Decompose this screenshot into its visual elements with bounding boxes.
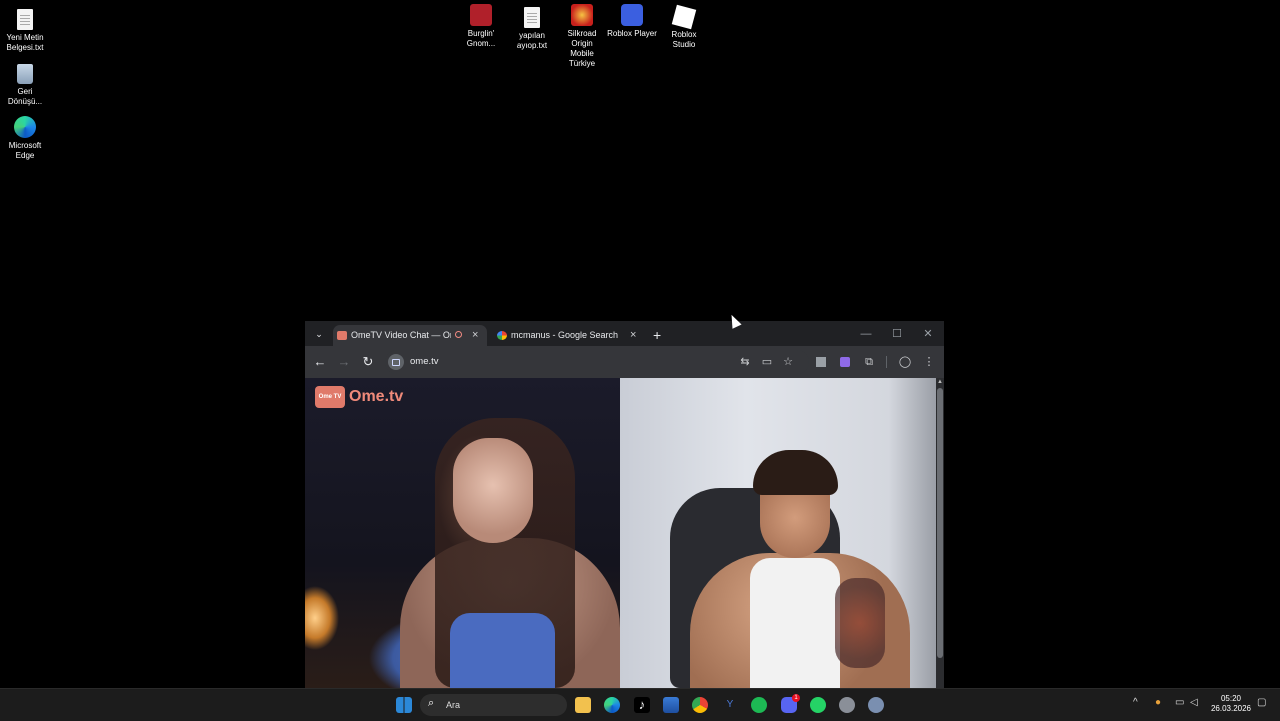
close-tab-icon[interactable]: × bbox=[472, 325, 478, 346]
desktop-icon-label: Geri Dönüşü... bbox=[7, 87, 43, 106]
chrome-icon[interactable] bbox=[692, 697, 708, 713]
burglin-gnomes-icon bbox=[470, 4, 492, 26]
silkroad-icon bbox=[571, 4, 593, 26]
video-figure bbox=[450, 613, 555, 688]
scroll-up-icon[interactable]: ▲ bbox=[936, 378, 944, 386]
video-figure bbox=[835, 578, 885, 668]
yandex-icon[interactable]: Y bbox=[722, 697, 738, 713]
whatsapp-icon[interactable] bbox=[810, 697, 826, 713]
video-figure bbox=[453, 438, 533, 543]
browser-window: ⌄ OmeTV Video Chat — Ome × mcmanus - Goo… bbox=[305, 321, 944, 688]
profile-icon[interactable]: ◯ bbox=[898, 355, 912, 369]
tab-ometv[interactable]: OmeTV Video Chat — Ome × bbox=[333, 325, 487, 346]
bookmark-star-icon[interactable]: ☆ bbox=[781, 355, 795, 369]
tab-strip: ⌄ OmeTV Video Chat — Ome × mcmanus - Goo… bbox=[305, 321, 944, 346]
desktop-icon-label: Burglin' Gnom... bbox=[466, 29, 496, 48]
minimize-button[interactable]: — bbox=[851, 325, 881, 343]
extensions-puzzle-icon[interactable]: ⧉ bbox=[862, 355, 876, 369]
site-info-icon[interactable] bbox=[388, 354, 404, 370]
search-placeholder: Ara bbox=[446, 700, 461, 710]
edge-taskbar-icon[interactable] bbox=[604, 697, 620, 713]
recording-icon bbox=[455, 331, 462, 338]
tab-title: mcmanus - Google Search bbox=[511, 330, 619, 340]
extension-icon-2[interactable] bbox=[838, 355, 852, 369]
url-text: ome.tv bbox=[410, 356, 439, 367]
desktop-icon-label: Yeni Metin Belgesi.txt bbox=[6, 33, 44, 52]
new-tab-button[interactable]: + bbox=[653, 325, 661, 346]
taskbar-search[interactable]: ⌕ Ara bbox=[420, 694, 567, 716]
desktop-icon-label: Silkroad Origin Mobile Türkiye bbox=[567, 29, 597, 68]
self-video bbox=[620, 378, 936, 688]
video-figure bbox=[750, 558, 840, 688]
ometv-logo-text: Ome.tv bbox=[349, 388, 404, 405]
steam-icon[interactable] bbox=[839, 697, 855, 713]
translate-icon[interactable]: ⇆ bbox=[738, 355, 752, 369]
ometv-page: Ome TV Ome.tv ▲ bbox=[305, 378, 944, 688]
desktop-icon-label: yapılan ayıop.txt bbox=[516, 31, 548, 50]
desktop-icon-label: Microsoft Edge bbox=[8, 141, 42, 160]
tab-title: OmeTV Video Chat — Ome bbox=[351, 330, 451, 340]
search-icon: ⌕ bbox=[428, 697, 435, 709]
desktop-icon-roblox-studio[interactable]: Roblox Studio bbox=[652, 4, 716, 50]
clock-date: 26.03.2026 bbox=[1210, 704, 1252, 713]
notifications-icon[interactable]: ▢ bbox=[1257, 697, 1266, 708]
clock-time: 05:20 bbox=[1220, 694, 1242, 703]
ometv-logo-box: Ome TV bbox=[315, 386, 345, 408]
show-hidden-icons-chevron[interactable]: ^ bbox=[1133, 697, 1138, 708]
spotify-icon[interactable] bbox=[751, 697, 767, 713]
page-scrollbar[interactable]: ▲ bbox=[936, 378, 944, 688]
tab-search-button[interactable]: ⌄ bbox=[310, 325, 328, 343]
edge-icon bbox=[14, 116, 36, 138]
forward-button[interactable]: → bbox=[335, 353, 353, 371]
tab-google-search[interactable]: mcmanus - Google Search × bbox=[493, 325, 643, 346]
video-figure bbox=[753, 450, 838, 495]
discord-icon[interactable]: 1 bbox=[781, 694, 800, 713]
store-icon[interactable] bbox=[663, 697, 679, 713]
tiktok-icon[interactable]: ♪ bbox=[634, 697, 650, 713]
desktop-icon-new-text[interactable]: Yeni Metin Belgesi.txt bbox=[0, 6, 57, 53]
desktop-icon-edge[interactable]: Microsoft Edge bbox=[0, 116, 57, 161]
ometv-favicon bbox=[337, 331, 347, 340]
taskbar: ⌕ Ara ♪ Y 1 ^ ● ▭ ◁ 05:20 26.03.2026 ▢ bbox=[0, 688, 1280, 721]
stranger-video: Ome TV Ome.tv bbox=[305, 378, 620, 688]
scrollbar-thumb[interactable] bbox=[937, 388, 943, 658]
start-button[interactable] bbox=[396, 697, 412, 713]
maximize-button[interactable]: ☐ bbox=[882, 325, 912, 343]
desktop-icon-label: Roblox Player bbox=[607, 29, 657, 38]
back-button[interactable]: ← bbox=[311, 353, 329, 371]
microphone-icon[interactable]: ● bbox=[1155, 697, 1161, 708]
menu-kebab-icon[interactable]: ⋮ bbox=[922, 355, 936, 369]
google-favicon bbox=[497, 331, 507, 340]
desktop-icon-label: Roblox Studio bbox=[671, 30, 697, 49]
reload-button[interactable]: ↻ bbox=[359, 353, 377, 371]
recycle-bin-icon bbox=[17, 64, 33, 84]
taskbar-clock[interactable]: 05:20 26.03.2026 bbox=[1206, 694, 1256, 714]
text-file-icon bbox=[524, 7, 540, 28]
settings-icon[interactable] bbox=[868, 697, 884, 713]
cast-icon[interactable]: ▭ bbox=[760, 355, 774, 369]
file-explorer-icon[interactable] bbox=[575, 697, 591, 713]
close-window-button[interactable]: ✕ bbox=[913, 325, 943, 343]
extension-icon-1[interactable] bbox=[814, 355, 828, 369]
desktop-icon-recycle-bin[interactable]: Geri Dönüşü... bbox=[0, 62, 57, 107]
network-icon[interactable]: ▭ bbox=[1175, 697, 1184, 708]
toolbar-separator bbox=[886, 356, 887, 368]
roblox-studio-icon bbox=[671, 4, 697, 30]
text-file-icon bbox=[17, 9, 33, 30]
volume-icon[interactable]: ◁ bbox=[1190, 697, 1198, 708]
notification-badge: 1 bbox=[792, 694, 800, 702]
browser-toolbar: ← → ↻ ome.tv ⇆ ▭ ☆ ⧉ ◯ ⋮ bbox=[305, 346, 944, 378]
roblox-player-icon bbox=[621, 4, 643, 26]
close-tab-icon[interactable]: × bbox=[630, 325, 636, 346]
